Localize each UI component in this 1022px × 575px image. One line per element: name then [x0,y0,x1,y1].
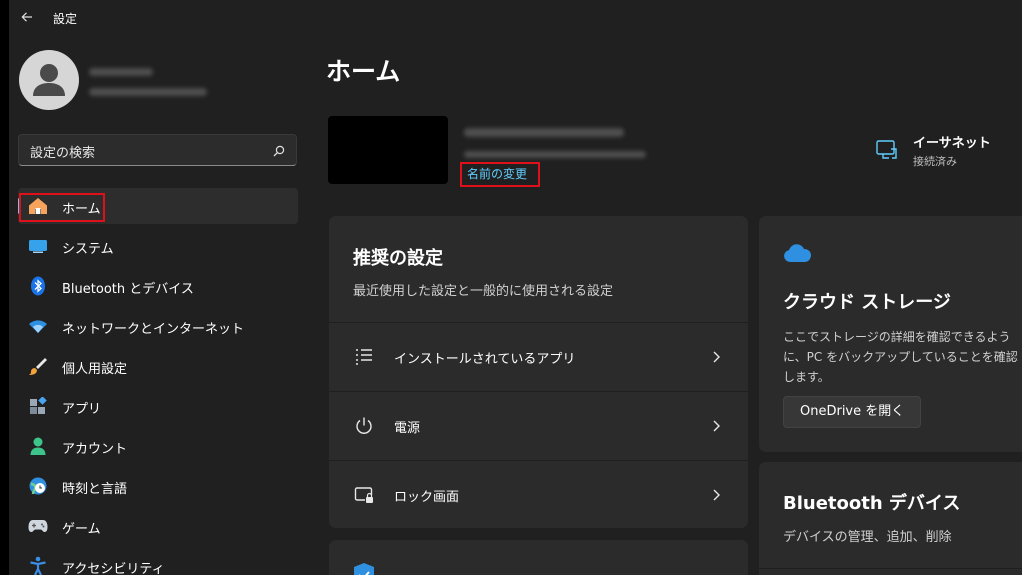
sidebar-item-label: システム [62,242,114,257]
sidebar-item-label: 個人用設定 [62,362,128,377]
bluetooth-devices-card: Bluetooth デバイス デバイスの管理、追加、削除 [759,462,1022,575]
device-model-redacted [464,151,646,158]
sidebar-item-label: Bluetooth とデバイス [62,282,194,297]
system-icon [28,237,48,255]
sidebar-item-label: ゲーム [62,522,101,537]
settings-search[interactable]: 設定の検索 [18,134,297,166]
sidebar-item-apps[interactable]: アプリ [18,388,298,424]
bluetooth-devices-title: Bluetooth デバイス [783,493,961,514]
row-label: 電源 [394,421,421,436]
list-icon [353,347,375,367]
settings-window: 設定 設定の検索 ホーム システム Bluetooth とデバイス ネットワーク… [9,0,1022,575]
security-card [329,540,748,575]
search-icon[interactable] [272,144,286,158]
network-icon [28,317,48,335]
sidebar-item-time-language[interactable]: 時刻と言語 [18,468,298,504]
sidebar-item-label: アプリ [62,402,102,417]
sidebar-item-accessibility[interactable]: アクセシビリティ [18,548,298,575]
sidebar-item-personalization[interactable]: 個人用設定 [18,348,298,384]
sidebar-item-label: ネットワークとインターネット [62,322,245,337]
sidebar-item-network[interactable]: ネットワークとインターネット [18,308,298,344]
gamepad-icon [28,517,48,535]
chevron-right-icon [713,351,720,363]
installed-apps-row[interactable]: インストールされているアプリ [329,322,748,390]
apps-icon [28,397,48,415]
recommended-title: 推奨の設定 [353,248,443,269]
row-label: インストールされているアプリ [394,352,576,367]
user-email-redacted [89,88,207,96]
sidebar-item-bluetooth[interactable]: Bluetooth とデバイス [18,268,298,304]
lock-screen-row[interactable]: ロック画面 [329,460,748,528]
open-onedrive-button[interactable]: OneDrive を開く [783,396,922,428]
account-icon [28,437,48,455]
search-input[interactable]: 設定の検索 [30,142,95,161]
brush-icon [28,357,48,375]
cloud-storage-title: クラウド ストレージ [783,292,951,313]
sidebar-item-accounts[interactable]: アカウント [18,428,298,464]
row-label: ロック画面 [394,490,460,505]
sidebar-item-label: 時刻と言語 [62,482,128,497]
app-title: 設定 [53,12,78,26]
title-bar: 設定 [9,0,1022,34]
network-title[interactable]: イーサネット [913,132,991,151]
cloud-icon [784,244,812,262]
accessibility-icon [28,556,48,575]
chevron-right-icon [713,420,720,432]
home-highlight-box [19,193,105,222]
person-icon [33,64,65,96]
sidebar-item-label: アカウント [62,442,128,457]
ethernet-icon[interactable] [875,138,899,162]
rename-highlight-box [460,162,540,187]
power-row[interactable]: 電源 [329,391,748,459]
sidebar-item-label: アクセシビリティ [62,562,165,575]
divider [759,568,1022,569]
cloud-storage-card: クラウド ストレージ ここでストレージの詳細を確認できるように、PC をバックア… [759,216,1022,452]
bluetooth-devices-subtitle: デバイスの管理、追加、削除 [783,530,952,545]
recommended-subtitle: 最近使用した設定と一般的に使用される設定 [353,284,614,299]
chevron-right-icon [713,489,720,501]
power-icon [353,416,375,436]
back-button[interactable] [15,6,39,28]
avatar[interactable] [19,50,79,110]
back-arrow-icon [21,12,32,22]
page-title: ホーム [326,57,401,86]
user-name-redacted [89,68,153,76]
shield-icon [354,563,374,575]
lock-screen-icon [353,485,375,505]
device-image [328,116,448,184]
sidebar-item-system[interactable]: システム [18,228,298,264]
recommended-settings-card: 推奨の設定 最近使用した設定と一般的に使用される設定 インストールされているアプ… [329,216,748,528]
globe-clock-icon [28,477,48,495]
cloud-storage-description: ここでストレージの詳細を確認できるように、PC をバックアップしていることを確認… [783,330,1018,384]
bluetooth-icon [28,276,48,296]
sidebar-item-gaming[interactable]: ゲーム [18,508,298,544]
network-status: 接続済み [913,155,957,168]
device-name-redacted [464,128,624,137]
